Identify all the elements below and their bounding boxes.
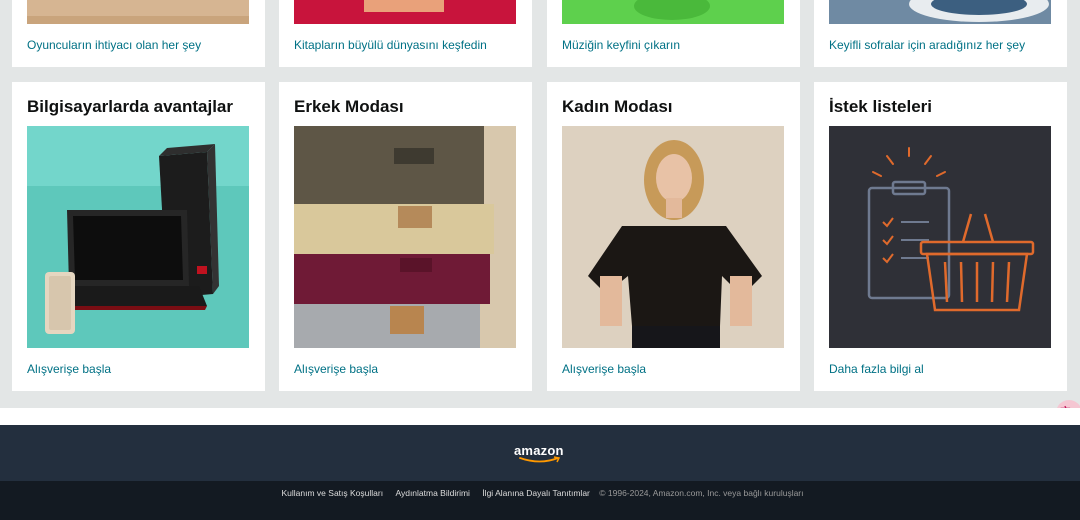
footer-bottom (0, 481, 1080, 520)
card-wishlists-link[interactable]: Daha fazla bilgi al (829, 362, 924, 376)
wishlist-illustration[interactable] (829, 126, 1051, 348)
men-pants-image[interactable] (294, 126, 516, 348)
footer-copyright: © 1996-2024, Amazon.com, Inc. veya bağlı… (599, 488, 804, 498)
card-women-fashion: Kadın Modası Alışverişe başla (547, 82, 800, 391)
card-gaming-link[interactable]: Oyuncuların ihtiyacı olan her şey (27, 38, 201, 52)
footer-link-interest-ads[interactable]: İlgi Alanına Dayalı Tanıtımlar (482, 488, 590, 498)
amazon-smile-icon (519, 456, 561, 463)
card-wishlists: İstek listeleri Daha fazla bilgi al (814, 82, 1067, 391)
card-music-link[interactable]: Müziğin keyfini çıkarın (562, 38, 680, 52)
card-computers-link[interactable]: Alışverişe başla (27, 362, 111, 376)
card-gaming: Oyuncuların ihtiyacı olan her şey (12, 0, 265, 67)
amazon-logo[interactable]: amazon (512, 443, 568, 465)
card-wishlists-title: İstek listeleri (829, 97, 933, 116)
footer-link-terms[interactable]: Kullanım ve Satış Koşulları (282, 488, 384, 498)
card-men-fashion-title: Erkek Modası (294, 97, 404, 116)
card-men-fashion: Erkek Modası Alışverişe başla (279, 82, 532, 391)
card-books: Kitapların büyülü dünyasını keşfedin (279, 0, 532, 67)
card-tableware-image[interactable] (829, 0, 1051, 24)
card-music: Müziğin keyfini çıkarın (547, 0, 800, 67)
card-books-image[interactable] (294, 0, 516, 24)
card-tableware: Keyifli sofralar için aradığınız her şey (814, 0, 1067, 67)
card-books-link[interactable]: Kitapların büyülü dünyasını keşfedin (294, 38, 487, 52)
page-bottom-strip (0, 408, 1080, 425)
card-gaming-image[interactable] (27, 0, 249, 24)
footer-links: Kullanım ve Satış Koşulları Aydınlatma B… (0, 488, 1080, 498)
women-fashion-image[interactable] (562, 126, 784, 348)
card-music-image[interactable] (562, 0, 784, 24)
card-tableware-link[interactable]: Keyifli sofralar için aradığınız her şey (829, 38, 1025, 52)
footer-link-privacy[interactable]: Aydınlatma Bildirimi (395, 488, 469, 498)
card-women-fashion-title: Kadın Modası (562, 97, 673, 116)
card-men-fashion-link[interactable]: Alışverişe başla (294, 362, 378, 376)
card-computers: Bilgisayarlarda avantajlar Alışverişe ba… (12, 82, 265, 391)
card-computers-title: Bilgisayarlarda avantajlar (27, 97, 234, 116)
laptop-desktop-image[interactable] (27, 126, 249, 348)
card-women-fashion-link[interactable]: Alışverişe başla (562, 362, 646, 376)
